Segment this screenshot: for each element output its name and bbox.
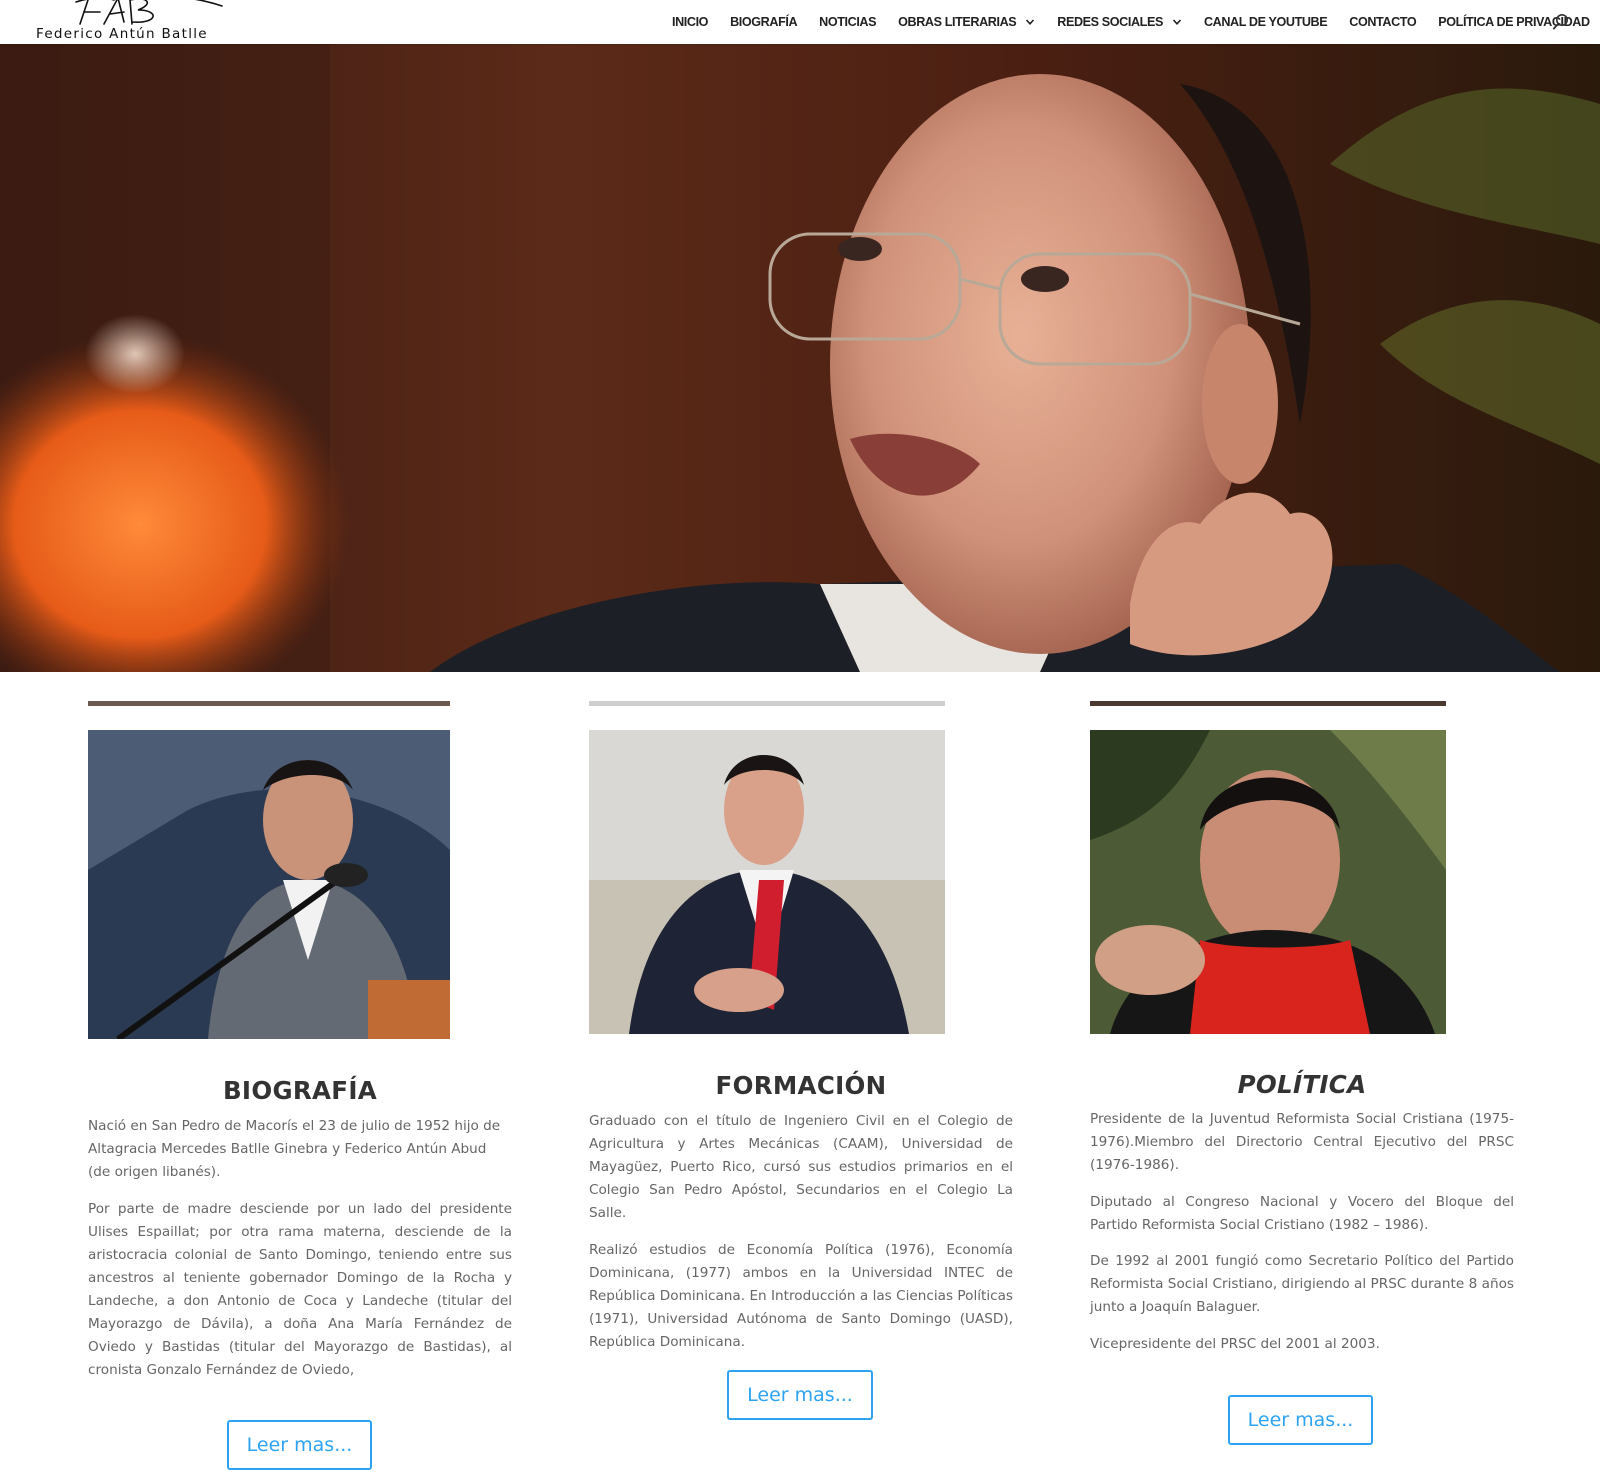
paragraph: Nació en San Pedro de Macorís el 23 de j…: [88, 1118, 501, 1180]
biografia-photo: [88, 730, 450, 1039]
search-icon[interactable]: [1552, 13, 1570, 31]
paragraph: Presidente de la Juventud Reformista Soc…: [1090, 1111, 1514, 1173]
column-divider: [1090, 701, 1446, 706]
chevron-down-icon: [1026, 19, 1035, 25]
paragraph: Vicepresidente del PRSC del 2001 al 2003…: [1090, 1335, 1380, 1352]
paragraph: Por parte de madre desciende por un lado…: [88, 1200, 512, 1378]
paragraph: Realizó estudios de Economía Política (1…: [589, 1241, 1013, 1350]
nav-label: NOTICIAS: [819, 15, 877, 29]
nav-canal-de-youtube[interactable]: CANAL DE YOUTUBE: [1203, 15, 1328, 29]
biografia-title: BIOGRAFÍA: [222, 1076, 378, 1105]
nav-label: OBRAS LITERARIAS: [898, 15, 1017, 29]
column-divider: [88, 701, 450, 706]
nav-biografia[interactable]: BIOGRAFÍA: [730, 15, 797, 29]
main-nav: INICIO BIOGRAFÍA NOTICIAS OBRAS LITERARI…: [672, 0, 1600, 44]
politica-text: Presidente de la Juventud Reformista Soc…: [1090, 1108, 1514, 1369]
politica-read-more-button[interactable]: Leer mas...: [1228, 1395, 1373, 1445]
nav-noticias[interactable]: NOTICIAS: [819, 15, 876, 29]
signature-logo-mark: [75, 0, 223, 25]
hero-portrait-image: [0, 44, 1600, 672]
politica-title: POLÍTICA: [1237, 1070, 1367, 1099]
politica-photo: [1090, 730, 1446, 1034]
formacion-read-more-button[interactable]: Leer mas...: [727, 1370, 873, 1420]
nav-obras-literarias[interactable]: OBRAS LITERARIAS: [898, 15, 1035, 29]
nav-label: BIOGRAFÍA: [730, 15, 798, 29]
logo-text: Federico Antún Batlle: [36, 26, 208, 42]
biografia-text: Nació en San Pedro de Macorís el 23 de j…: [88, 1115, 512, 1395]
column-divider: [589, 701, 945, 706]
nav-inicio[interactable]: INICIO: [672, 15, 708, 29]
nav-label: INICIO: [672, 15, 709, 29]
site-logo[interactable]: Federico Antún Batlle: [36, 0, 236, 44]
formacion-text: Graduado con el título de Ingeniero Civi…: [589, 1110, 1013, 1367]
biografia-read-more-button[interactable]: Leer mas...: [227, 1420, 372, 1470]
nav-label: REDES SOCIALES: [1057, 15, 1163, 29]
nav-contacto[interactable]: CONTACTO: [1349, 15, 1416, 29]
site-header: Federico Antún Batlle INICIO BIOGRAFÍA N…: [0, 0, 1600, 44]
chevron-down-icon: [1172, 19, 1182, 25]
paragraph: Graduado con el título de Ingeniero Civi…: [589, 1113, 1013, 1221]
nav-label: CONTACTO: [1349, 15, 1417, 29]
paragraph: Diputado al Congreso Nacional y Vocero d…: [1090, 1193, 1514, 1233]
formacion-title: FORMACIÓN: [715, 1071, 887, 1100]
paragraph: De 1992 al 2001 fungió como Secretario P…: [1090, 1253, 1514, 1315]
formacion-photo: [589, 730, 945, 1034]
nav-label: CANAL DE YOUTUBE: [1203, 15, 1328, 29]
nav-redes-sociales[interactable]: REDES SOCIALES: [1057, 15, 1182, 29]
